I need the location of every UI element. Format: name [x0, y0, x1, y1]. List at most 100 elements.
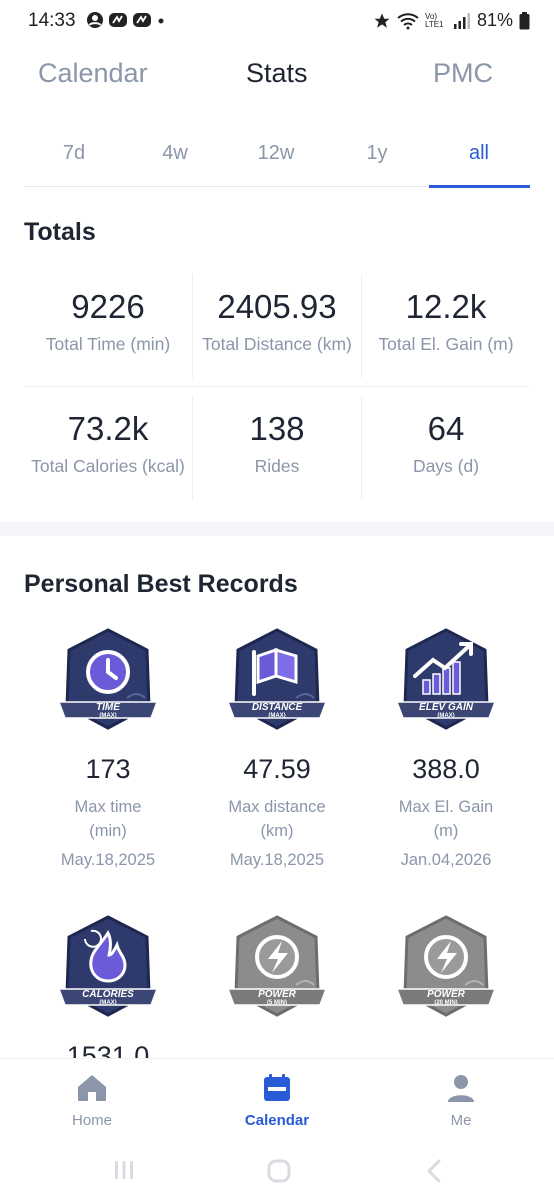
wifi-icon — [397, 12, 419, 29]
totals-title: Totals — [24, 218, 96, 246]
record-label-line2: (m) — [433, 822, 459, 840]
system-nav-bar — [0, 1142, 554, 1200]
stat-label: Total Time (min) — [45, 334, 171, 354]
record-power-20min[interactable]: POWER (20 MIN) — [362, 915, 530, 1017]
stat-label: Total Calories (kcal) — [31, 456, 185, 476]
record-date: May.18,2025 — [60, 851, 156, 869]
power-20min-badge-icon: POWER (20 MIN) — [395, 915, 497, 1017]
record-max-calories[interactable]: CALORIES (MAX) 1531.0 — [24, 915, 192, 1060]
stat-value: 2405.93 — [217, 288, 337, 325]
badge-title: POWER — [427, 989, 466, 1000]
status-right: Vo) LTE1 81% — [373, 10, 530, 31]
nav-label: Calendar — [244, 1112, 310, 1129]
battery-icon — [519, 11, 530, 29]
range-tab-1y[interactable]: 1y — [337, 142, 417, 165]
stat-rides: 138 Rides — [193, 410, 361, 477]
record-power-5min[interactable]: POWER (5 MIN) — [193, 915, 361, 1017]
badge-subtitle: (MAX) — [437, 713, 454, 719]
badge-subtitle: (MAX) — [99, 1000, 116, 1006]
home-icon — [78, 1075, 106, 1101]
more-dot-icon — [158, 18, 164, 24]
range-tab-7d[interactable]: 7d — [34, 142, 114, 165]
record-value: 47.59 — [243, 754, 311, 784]
record-value: 173 — [85, 754, 131, 784]
record-max-time[interactable]: TIME (MAX) 173 Max time (min) May.18,202… — [24, 628, 192, 870]
stat-value: 9226 — [71, 288, 145, 325]
home-button-icon[interactable] — [266, 1158, 292, 1184]
record-label-line1: Max El. Gain — [398, 798, 494, 816]
network-label: Vo) LTE1 — [424, 11, 444, 29]
record-label: Max El. Gain (m) — [362, 795, 530, 843]
badge-title: POWER — [258, 989, 297, 1000]
time-badge-icon: TIME (MAX) — [57, 628, 159, 730]
app-notification-icon — [109, 13, 127, 27]
record-label-line2: (km) — [260, 822, 294, 840]
range-tab-4w[interactable]: 4w — [135, 142, 215, 165]
stat-total-elevation: 12.2k Total El. Gain (m) — [362, 288, 530, 355]
calories-badge-icon: CALORIES (MAX) — [57, 915, 159, 1017]
stat-total-calories: 73.2k Total Calories (kcal) — [24, 410, 192, 477]
recents-icon[interactable] — [112, 1158, 136, 1182]
stat-days: 64 Days (d) — [362, 410, 530, 477]
signal-icon — [453, 12, 470, 29]
tab-calendar[interactable]: Calendar — [38, 58, 148, 89]
badge-title: CALORIES — [82, 989, 134, 1000]
range-tab-bar: 7d 4w 12w 1y all — [24, 128, 530, 188]
divider — [24, 386, 530, 387]
tab-pmc[interactable]: PMC — [433, 58, 493, 89]
badge-subtitle: (5 MIN) — [267, 1000, 287, 1006]
stat-label: Total Distance (km) — [202, 334, 352, 354]
record-label-line2: (min) — [89, 822, 127, 840]
battery-percent: 81% — [476, 10, 513, 30]
record-label-line1: Max time — [74, 798, 142, 816]
range-tab-indicator — [429, 185, 530, 188]
totals-grid: 9226 Total Time (min) 2405.93 Total Dist… — [24, 268, 530, 504]
badge-title: DISTANCE — [252, 702, 303, 713]
nav-label: Home — [71, 1112, 112, 1129]
badge-subtitle: (MAX) — [268, 713, 285, 719]
badge-title: TIME — [96, 702, 120, 713]
badge-subtitle: (20 MIN) — [434, 1000, 457, 1006]
nav-me[interactable]: Me — [401, 1073, 521, 1129]
stat-value: 12.2k — [405, 288, 487, 325]
stat-value: 73.2k — [67, 410, 149, 447]
record-label-line1: Max distance — [228, 798, 326, 816]
record-label: Max distance (km) — [193, 795, 361, 843]
record-label: Max time (min) — [24, 795, 192, 843]
record-max-distance[interactable]: DISTANCE (MAX) 47.59 Max distance (km) M… — [193, 628, 361, 870]
account-icon — [87, 12, 103, 28]
range-tab-12w[interactable]: 12w — [236, 142, 316, 165]
stat-total-time: 9226 Total Time (min) — [24, 288, 192, 355]
range-tab-all[interactable]: all — [439, 142, 519, 165]
calendar-icon — [264, 1074, 290, 1101]
record-value: 388.0 — [412, 754, 480, 784]
badge-title: ELEV GAIN — [419, 702, 474, 713]
nav-home[interactable]: Home — [32, 1073, 152, 1129]
records-title: Personal Best Records — [24, 570, 298, 598]
power-5min-badge-icon: POWER (5 MIN) — [226, 915, 328, 1017]
stat-value: 138 — [249, 410, 305, 447]
bottom-nav-bar: Home Calendar Me — [0, 1058, 554, 1143]
stat-label: Rides — [254, 456, 300, 476]
record-date: May.18,2025 — [229, 851, 325, 869]
record-date: Jan.04,2026 — [400, 851, 492, 869]
distance-badge-icon: DISTANCE (MAX) — [226, 628, 328, 730]
top-tab-bar: Calendar Stats PMC — [0, 58, 554, 106]
stat-label: Days (d) — [412, 456, 480, 476]
section-separator — [0, 522, 554, 536]
stat-value: 64 — [427, 410, 465, 447]
badge-subtitle: (MAX) — [99, 713, 116, 719]
record-max-elevation[interactable]: ELEV GAIN (MAX) 388.0 Max El. Gain (m) J… — [362, 628, 530, 870]
stat-total-distance: 2405.93 Total Distance (km) — [193, 288, 361, 355]
nav-calendar[interactable]: Calendar — [217, 1073, 337, 1129]
stat-label: Total El. Gain (m) — [378, 334, 514, 354]
tab-stats[interactable]: Stats — [246, 58, 308, 89]
status-bar: 14:33 Vo) LTE1 81% — [0, 0, 554, 42]
notification-icons — [86, 11, 166, 29]
nav-label: Me — [450, 1112, 472, 1129]
person-icon — [448, 1075, 474, 1102]
back-icon[interactable] — [424, 1158, 444, 1184]
status-time: 14:33 — [28, 10, 76, 31]
app-notification-icon — [133, 13, 151, 27]
elevation-badge-icon: ELEV GAIN (MAX) — [395, 628, 497, 730]
